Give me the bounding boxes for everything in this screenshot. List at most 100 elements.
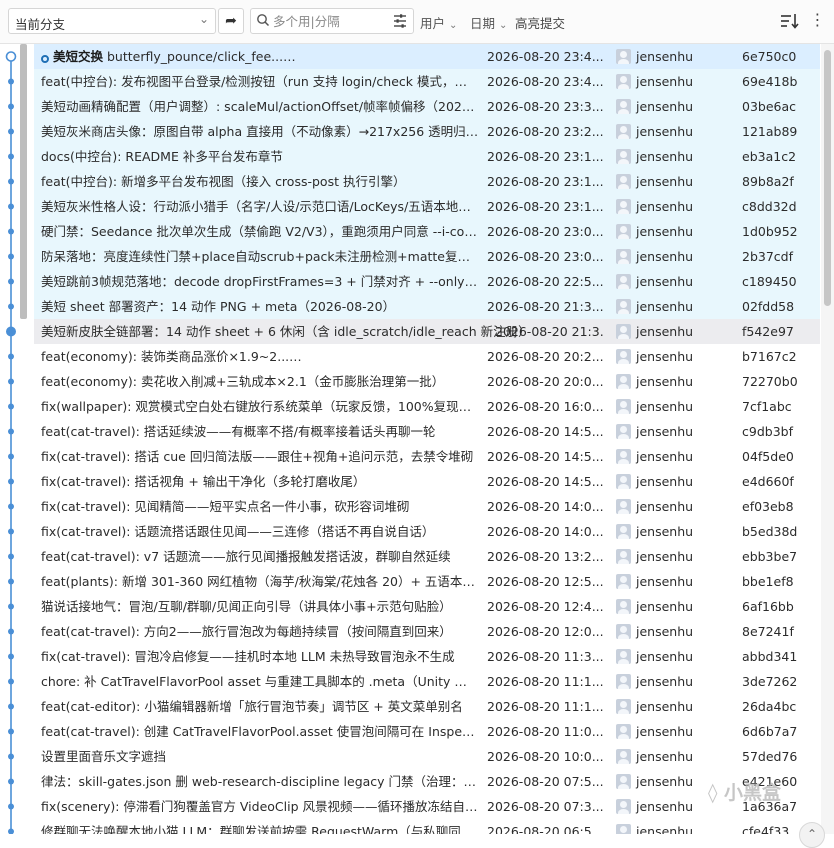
search-input[interactable]	[273, 12, 383, 30]
commit-subject: feat(cat-editor): 小猫编辑器新增「旅行冒泡节奏」调节区 + 英…	[41, 694, 479, 719]
graph-node	[8, 653, 14, 660]
commit-row[interactable]: feat(cat-travel): 搭话延续波——有概率不搭/有概率接着话头再聊…	[34, 419, 820, 444]
commit-row[interactable]: 律法：skill-gates.json 删 web-research-disci…	[34, 769, 820, 794]
commit-subject: 美短 sheet 部署资产：14 动作 PNG + meta（2026-08-2…	[41, 294, 479, 319]
goto-branch-button[interactable]: ➦	[218, 8, 244, 34]
commit-row[interactable]: feat(中控台): 新增多平台发布视图（接入 cross-post 执行引擎）…	[34, 169, 820, 194]
commit-author: jensenhu	[636, 49, 694, 64]
branch-select[interactable]: 当前分支 ⌄	[8, 8, 216, 34]
commit-subject: feat(plants): 新增 301-360 网红植物（海芋/秋海棠/花烛各…	[41, 569, 479, 594]
avatar	[616, 349, 631, 364]
avatar	[616, 699, 631, 714]
commit-hash: c189450	[742, 274, 797, 289]
commit-author: jensenhu	[636, 324, 694, 339]
commit-hash: cfe4f33	[742, 824, 790, 834]
commit-author: jensenhu	[636, 299, 694, 314]
filter-icon[interactable]	[391, 12, 409, 30]
scroll-to-top-button[interactable]: ⌃	[799, 822, 825, 848]
commit-subject: 律法：skill-gates.json 删 web-research-disci…	[41, 769, 479, 794]
commit-author: jensenhu	[636, 199, 694, 214]
commit-hash: b5ed38d	[742, 524, 798, 539]
commit-row[interactable]: 美短灰米性格人设：行动派小猎手（名字/人设/示范口语/LocKeys/五语本地化…	[34, 194, 820, 219]
highlight-commits-button[interactable]: 高亮提交	[515, 13, 565, 32]
commit-date: 2026-08-20 22:5...	[487, 274, 604, 289]
commit-author: jensenhu	[636, 699, 694, 714]
commit-date: 2026-08-20 12:4...	[487, 599, 604, 614]
commit-row[interactable]: 美短新皮肤全链部署：14 动作 sheet + 6 休闲（含 idle_scra…	[34, 319, 820, 344]
commit-row[interactable]: feat(plants): 新增 301-360 网红植物（海芋/秋海棠/花烛各…	[34, 569, 820, 594]
commit-date: 2026-08-20 21:3...	[495, 324, 603, 339]
commit-row[interactable]: 美短 sheet 部署资产：14 动作 PNG + meta（2026-08-2…	[34, 294, 820, 319]
branch-tag-label: codex/wallpaper-baseline-fatcat	[302, 49, 479, 64]
commit-date: 2026-08-20 06:5...	[487, 824, 604, 834]
branch-tag[interactable]: ♦.../codex/wallpaper-baseline-fa...	[293, 347, 479, 366]
commit-subject-text: fix(wallpaper): 观赏模式空白处右键放行系统菜单（玩家反馈，100…	[41, 399, 479, 414]
graph-node	[8, 478, 14, 485]
commit-row[interactable]: fix(cat-travel): 搭话 cue 回归简法版——跟住+视角+追问示…	[34, 444, 820, 469]
commit-subject-text: feat(economy): 卖花收入削减+三轨成本×2.1（金币膨胀治理第一批…	[41, 374, 445, 389]
commit-row[interactable]: feat(cat-editor): 小猫编辑器新增「旅行冒泡节奏」调节区 + 英…	[34, 694, 820, 719]
commit-subject-text: fix(cat-travel): 搭话视角 + 输出干净化（多轮打磨收尾）	[41, 474, 366, 489]
commit-date: 2026-08-20 11:1...	[487, 699, 604, 714]
commit-row[interactable]: fix(wallpaper): 观赏模式空白处右键放行系统菜单（玩家反馈，100…	[34, 394, 820, 419]
commit-row[interactable]: feat(economy): 装饰类商品涨价×1.9~2... ♦ .../code…	[34, 344, 820, 369]
date-filter-dropdown[interactable]: 日期 ⌄	[470, 13, 507, 32]
commit-row[interactable]: fix(cat-travel): 冒泡冷启修复——挂机时本地 LLM 未热导致冒…	[34, 644, 820, 669]
commit-row[interactable]: 修群聊无法唤醒本地小猫 LLM：群聊发送前按需 RequestWarm（与私聊同…	[34, 819, 820, 834]
branch-tag[interactable]: ♦codex/wallpaper-baseline-fatcat	[287, 47, 479, 66]
commit-row[interactable]: fix(scenery): 停滞看门狗覆盖官方 VideoClip 风景视频——…	[34, 794, 820, 819]
graph-node	[8, 778, 14, 785]
avatar	[616, 749, 631, 764]
avatar	[616, 624, 631, 639]
commit-subject: fix(cat-travel): 搭话视角 + 输出干净化（多轮打磨收尾）	[41, 469, 479, 494]
commit-subject-text: 硬门禁：Seedance 批次单次生成（禁偷跑 V2/V3），重跑须用户同意 -…	[41, 224, 479, 239]
commit-row[interactable]: 猫说话接地气：冒泡/互聊/群聊/见闻正向引导（讲具体小事+示范句贴脸） 2026-…	[34, 594, 820, 619]
more-options-icon[interactable]: ⋮	[806, 10, 828, 32]
commit-list: 美短交换 butterfly_pounce/click_fee... ♦ codex…	[0, 44, 820, 834]
commit-row[interactable]: feat(中控台): 发布视图平台登录/检测按钮（run 支持 login/ch…	[34, 69, 820, 94]
avatar	[616, 199, 631, 214]
commit-date: 2026-08-20 14:5...	[487, 424, 604, 439]
user-filter-dropdown[interactable]: 用户 ⌄	[420, 13, 457, 32]
scrollbar-thumb[interactable]	[824, 50, 831, 306]
commit-date: 2026-08-20 23:1...	[487, 199, 604, 214]
commit-row[interactable]: feat(economy): 卖花收入削减+三轨成本×2.1（金币膨胀治理第一批…	[34, 369, 820, 394]
commit-row[interactable]: 设置里面音乐文字遮挡 2026-08-20 10:0... jensenhu 57de…	[34, 744, 820, 769]
toolbar: 当前分支 ⌄ ➦ 用户⌄ 日期⌄ 高亮提交 ⋮	[0, 0, 834, 44]
avatar	[616, 599, 631, 614]
commit-row[interactable]: 美短灰米商店头像：原图自带 alpha 直接用（不动像素）→217x256 透明…	[34, 119, 820, 144]
commit-subject-text: 修群聊无法唤醒本地小猫 LLM：群聊发送前按需 RequestWarm（与私聊同…	[41, 824, 479, 834]
commit-subject: feat(cat-travel): 搭话延续波——有概率不搭/有概率接着话头再聊…	[41, 419, 479, 444]
commit-row[interactable]: chore: 补 CatTravelFlavorPool asset 与重建工具…	[34, 669, 820, 694]
commit-row[interactable]: feat(cat-travel): 创建 CatTravelFlavorPool…	[34, 719, 820, 744]
commit-hash: 02fdd58	[742, 299, 795, 314]
commit-row[interactable]: 美短跳前3帧规范落地：decode dropFirstFrames=3 + 门禁…	[34, 269, 820, 294]
graph-node	[8, 803, 14, 810]
commit-row[interactable]: 硬门禁：Seedance 批次单次生成（禁偷跑 V2/V3），重跑须用户同意 -…	[34, 219, 820, 244]
commit-row[interactable]: fix(cat-travel): 话题流搭话跟住见闻——三连修（搭话不再自说自话…	[34, 519, 820, 544]
commit-date: 2026-08-20 14:0...	[487, 499, 604, 514]
sort-icon[interactable]	[778, 10, 800, 32]
commit-author: jensenhu	[636, 524, 694, 539]
commit-author: jensenhu	[636, 424, 694, 439]
commit-author: jensenhu	[636, 399, 694, 414]
graph-node	[8, 153, 14, 160]
commit-row[interactable]: fix(cat-travel): 见闻精简——短平实点名一件小事，砍形容词堆砌 2…	[34, 494, 820, 519]
commit-row[interactable]: feat(cat-travel): 方向2——旅行冒泡改为每趟持续冒（按间隔直到…	[34, 619, 820, 644]
commit-hash: e4d660f	[742, 474, 794, 489]
commit-hash: 6e750c0	[742, 49, 797, 64]
commit-author: jensenhu	[636, 224, 694, 239]
avatar	[616, 274, 631, 289]
commit-row[interactable]: feat(cat-travel): v7 话题流——旅行见闻播报触发搭话波，群聊…	[34, 544, 820, 569]
graph-node	[8, 378, 14, 385]
commit-row[interactable]: 美短交换 butterfly_pounce/click_fee... ♦ codex…	[34, 44, 820, 69]
commit-row[interactable]: fix(cat-travel): 搭话视角 + 输出干净化（多轮打磨收尾） 202…	[34, 469, 820, 494]
commit-row[interactable]: 美短动画精确配置（用户调整）: scaleMul/actionOffset/帧率…	[34, 94, 820, 119]
graph-node	[8, 553, 14, 560]
graph-node	[8, 303, 14, 310]
commit-date: 2026-08-20 23:1...	[487, 149, 604, 164]
commit-row[interactable]: docs(中控台): README 补多平台发布章节 2026-08-20 23:…	[34, 144, 820, 169]
commit-subject: feat(中控台): 新增多平台发布视图（接入 cross-post 执行引擎）	[41, 169, 479, 194]
commit-row[interactable]: 防呆落地：亮度连续性门禁+place自动scrub+pack未注册检测+matt…	[34, 244, 820, 269]
search-field[interactable]	[250, 8, 414, 34]
